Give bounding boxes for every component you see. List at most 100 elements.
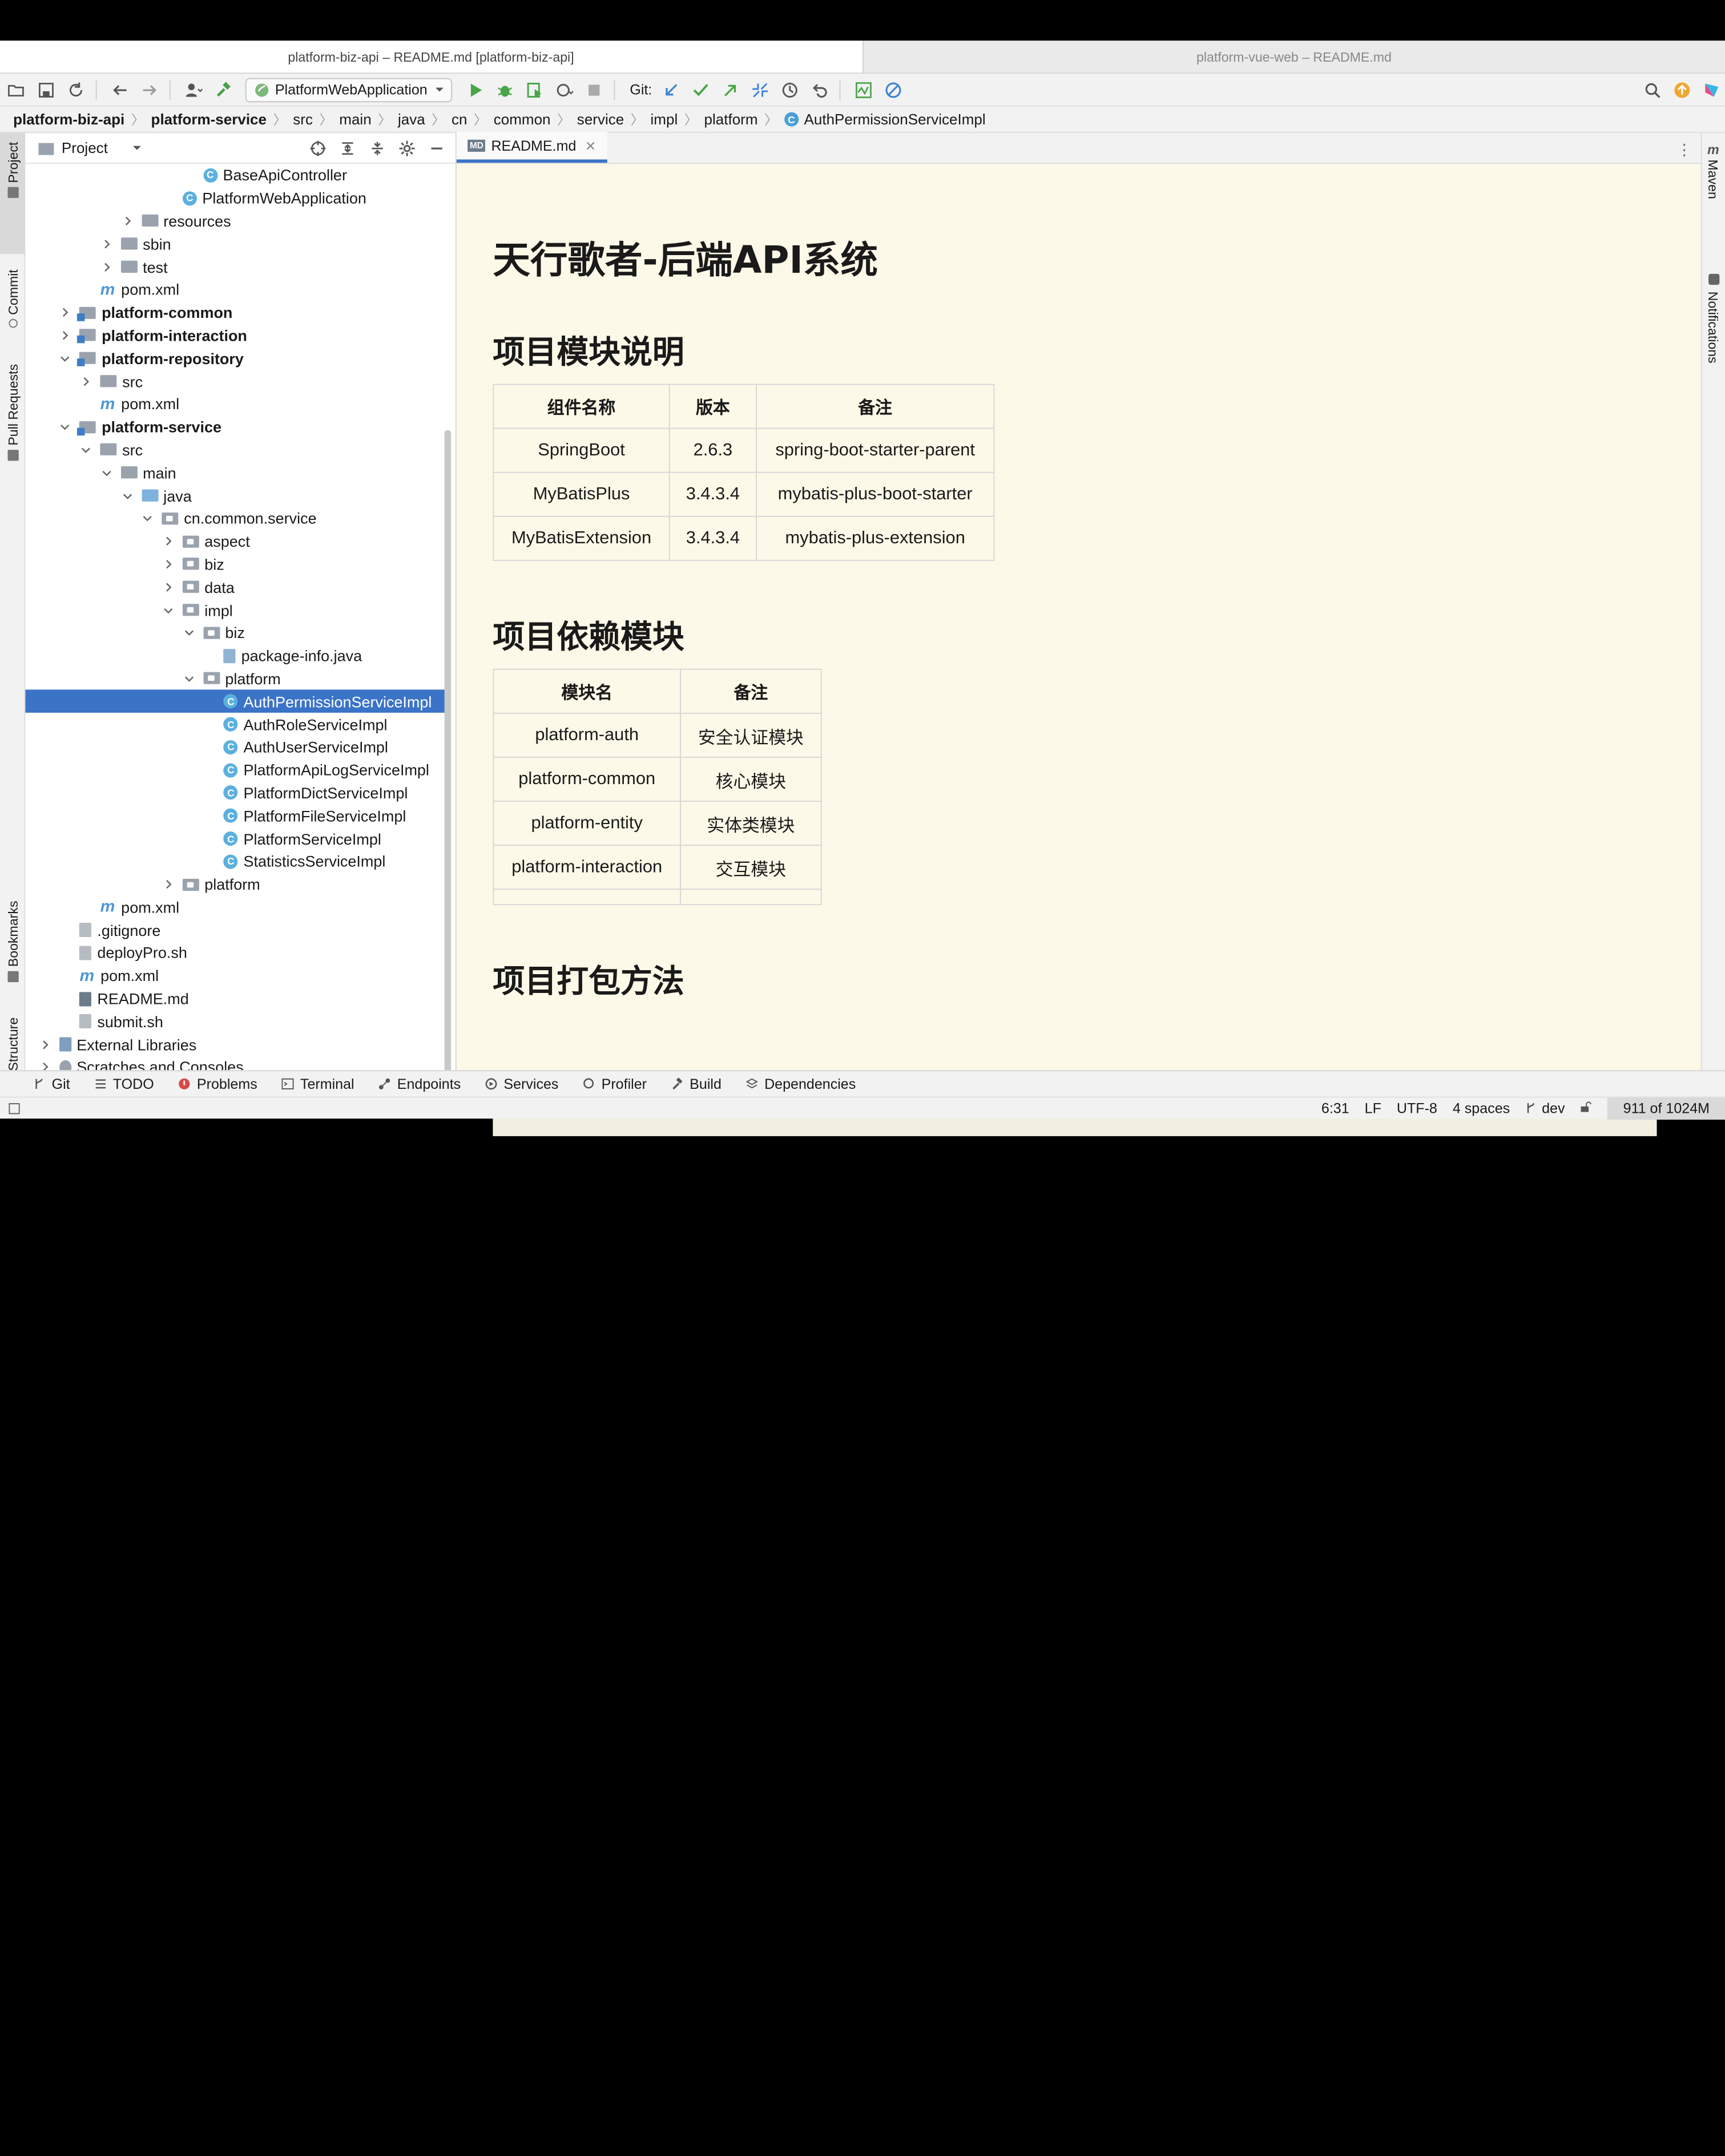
breadcrumb-item[interactable]: cn (452, 111, 467, 128)
file-encoding[interactable]: UTF-8 (1397, 1100, 1437, 1116)
tree-item[interactable]: impl (25, 599, 446, 621)
chevron-down-icon[interactable] (60, 353, 71, 364)
chevron-right-icon[interactable] (39, 1062, 50, 1071)
chevron-right-icon[interactable] (39, 1039, 50, 1050)
tree-item[interactable]: submit.sh (25, 1010, 446, 1033)
chevron-down-icon[interactable] (163, 604, 174, 615)
rollback-icon[interactable] (806, 76, 832, 103)
tool-window-dependencies[interactable]: Dependencies (745, 1076, 856, 1092)
chevron-down-icon[interactable] (60, 421, 71, 432)
tree-item[interactable]: resources (25, 209, 446, 232)
tool-tab-commit[interactable]: Commit (0, 269, 25, 346)
tree-item[interactable]: C AuthUserServiceImpl (25, 736, 446, 758)
project-tree-scrollbar[interactable] (444, 430, 452, 1112)
tree-item[interactable]: C PlatformFileServiceImpl (25, 804, 446, 827)
history-clock-icon[interactable] (776, 76, 803, 103)
chevron-right-icon[interactable] (101, 239, 112, 249)
chevron-right-icon[interactable] (60, 330, 71, 341)
debug-icon[interactable] (491, 76, 518, 103)
tool-tab-maven[interactable]: Maven (1705, 159, 1720, 199)
chevron-down-icon[interactable] (183, 673, 194, 684)
tree-item[interactable]: cn.common.service (25, 507, 446, 530)
tree-item[interactable]: platform-repository (25, 347, 446, 370)
tree-item[interactable]: C AuthRoleServiceImpl (25, 713, 446, 736)
tree-item[interactable]: m pom.xml (25, 896, 446, 919)
tree-item[interactable]: C PlatformWebApplication (25, 187, 446, 209)
toggle-tool-windows-icon[interactable] (9, 1103, 20, 1114)
chevron-right-icon[interactable] (60, 307, 71, 318)
tool-window-endpoints[interactable]: Endpoints (378, 1076, 461, 1092)
tool-window-profiler[interactable]: Profiler (583, 1076, 647, 1092)
search-icon[interactable] (1639, 76, 1666, 103)
open-folder-icon[interactable] (3, 76, 30, 103)
tree-item[interactable]: sbin (25, 232, 446, 255)
window-tab-inactive[interactable]: platform-vue-web – README.md (862, 41, 1725, 73)
tree-item[interactable]: C AuthPermissionServiceImpl (25, 690, 447, 713)
chevron-down-icon[interactable] (132, 143, 142, 153)
tool-tab-notifications[interactable]: Notifications (1705, 292, 1720, 364)
tree-item[interactable]: README.md (25, 987, 446, 1010)
chevron-right-icon[interactable] (163, 879, 174, 890)
user-dropdown-icon[interactable] (180, 76, 207, 103)
chevron-right-icon[interactable] (101, 261, 112, 272)
breadcrumb-item[interactable]: impl (651, 111, 678, 128)
tree-item[interactable]: m pom.xml (25, 393, 446, 415)
chevron-right-icon[interactable] (122, 216, 132, 227)
tree-item[interactable]: C PlatformApiLogServiceImpl (25, 758, 446, 781)
tool-window-problems[interactable]: Problems (178, 1076, 257, 1092)
git-branch-widget[interactable]: dev (1525, 1100, 1565, 1116)
memory-indicator[interactable]: 911 of 1024M (1607, 1097, 1725, 1120)
line-separator[interactable]: LF (1365, 1100, 1381, 1116)
run-icon[interactable] (462, 76, 488, 103)
tree-item[interactable]: aspect (25, 530, 446, 552)
chevron-right-icon[interactable] (163, 582, 174, 592)
tree-item[interactable]: C BaseApiController (25, 164, 446, 187)
close-icon[interactable]: ✕ (585, 138, 596, 154)
update-available-icon[interactable] (1669, 76, 1695, 103)
breadcrumb-item[interactable]: platform (704, 111, 758, 128)
window-tab-active[interactable]: platform-biz-api – README.md [platform-b… (0, 41, 863, 73)
breadcrumb-item[interactable]: src (293, 111, 313, 128)
collapse-all-icon[interactable] (365, 135, 389, 161)
git-merge-icon[interactable] (747, 76, 773, 103)
tree-item[interactable]: platform-interaction (25, 324, 446, 347)
tool-window-build[interactable]: Build (671, 1076, 722, 1092)
chevron-right-icon[interactable] (163, 536, 174, 547)
tree-item[interactable]: Scratches and Consoles (25, 1056, 446, 1071)
breadcrumb-item-current[interactable]: C AuthPermissionServiceImpl (784, 111, 986, 128)
forward-arrow-icon[interactable] (136, 76, 163, 103)
tool-window-git[interactable]: Git (33, 1076, 70, 1092)
profile-icon[interactable] (551, 76, 577, 103)
more-options-icon[interactable]: ⋮ (1676, 141, 1692, 160)
sync-icon[interactable] (63, 76, 89, 103)
breadcrumb-item[interactable]: platform-service (151, 111, 267, 128)
indent-setting[interactable]: 4 spaces (1453, 1100, 1510, 1116)
tool-tab-project[interactable]: Project (0, 133, 26, 255)
tree-item[interactable]: data (25, 576, 446, 599)
tree-item[interactable]: C PlatformDictServiceImpl (25, 781, 446, 804)
chevron-down-icon[interactable] (80, 445, 91, 455)
tool-window-services[interactable]: Services (485, 1076, 558, 1092)
breadcrumb-item[interactable]: platform-biz-api (13, 111, 124, 128)
tree-item[interactable]: platform (25, 667, 446, 690)
activity-monitor-icon[interactable] (850, 76, 876, 103)
git-update-icon[interactable] (658, 76, 684, 103)
tree-item[interactable]: C StatisticsServiceImpl (25, 850, 446, 873)
hide-panel-icon[interactable] (425, 135, 449, 161)
back-arrow-icon[interactable] (107, 76, 133, 103)
ide-logo-icon[interactable] (1699, 76, 1725, 103)
save-all-icon[interactable] (33, 76, 59, 103)
cursor-position[interactable]: 6:31 (1321, 1100, 1349, 1116)
tool-tab-bookmarks[interactable]: Bookmarks (0, 901, 25, 999)
tool-window-terminal[interactable]: Terminal (281, 1076, 354, 1092)
tree-item[interactable]: deployPro.sh (25, 942, 446, 964)
power-save-mode-icon[interactable] (880, 76, 906, 103)
tree-item[interactable]: m pom.xml (25, 964, 446, 987)
tree-item[interactable]: biz (25, 553, 446, 576)
breadcrumb-item[interactable]: java (398, 111, 425, 128)
build-hammer-icon[interactable] (210, 76, 236, 103)
tree-item[interactable]: biz (25, 621, 446, 644)
stop-icon[interactable] (581, 76, 607, 103)
breadcrumb-item[interactable]: main (339, 111, 371, 128)
git-push-icon[interactable] (717, 76, 743, 103)
